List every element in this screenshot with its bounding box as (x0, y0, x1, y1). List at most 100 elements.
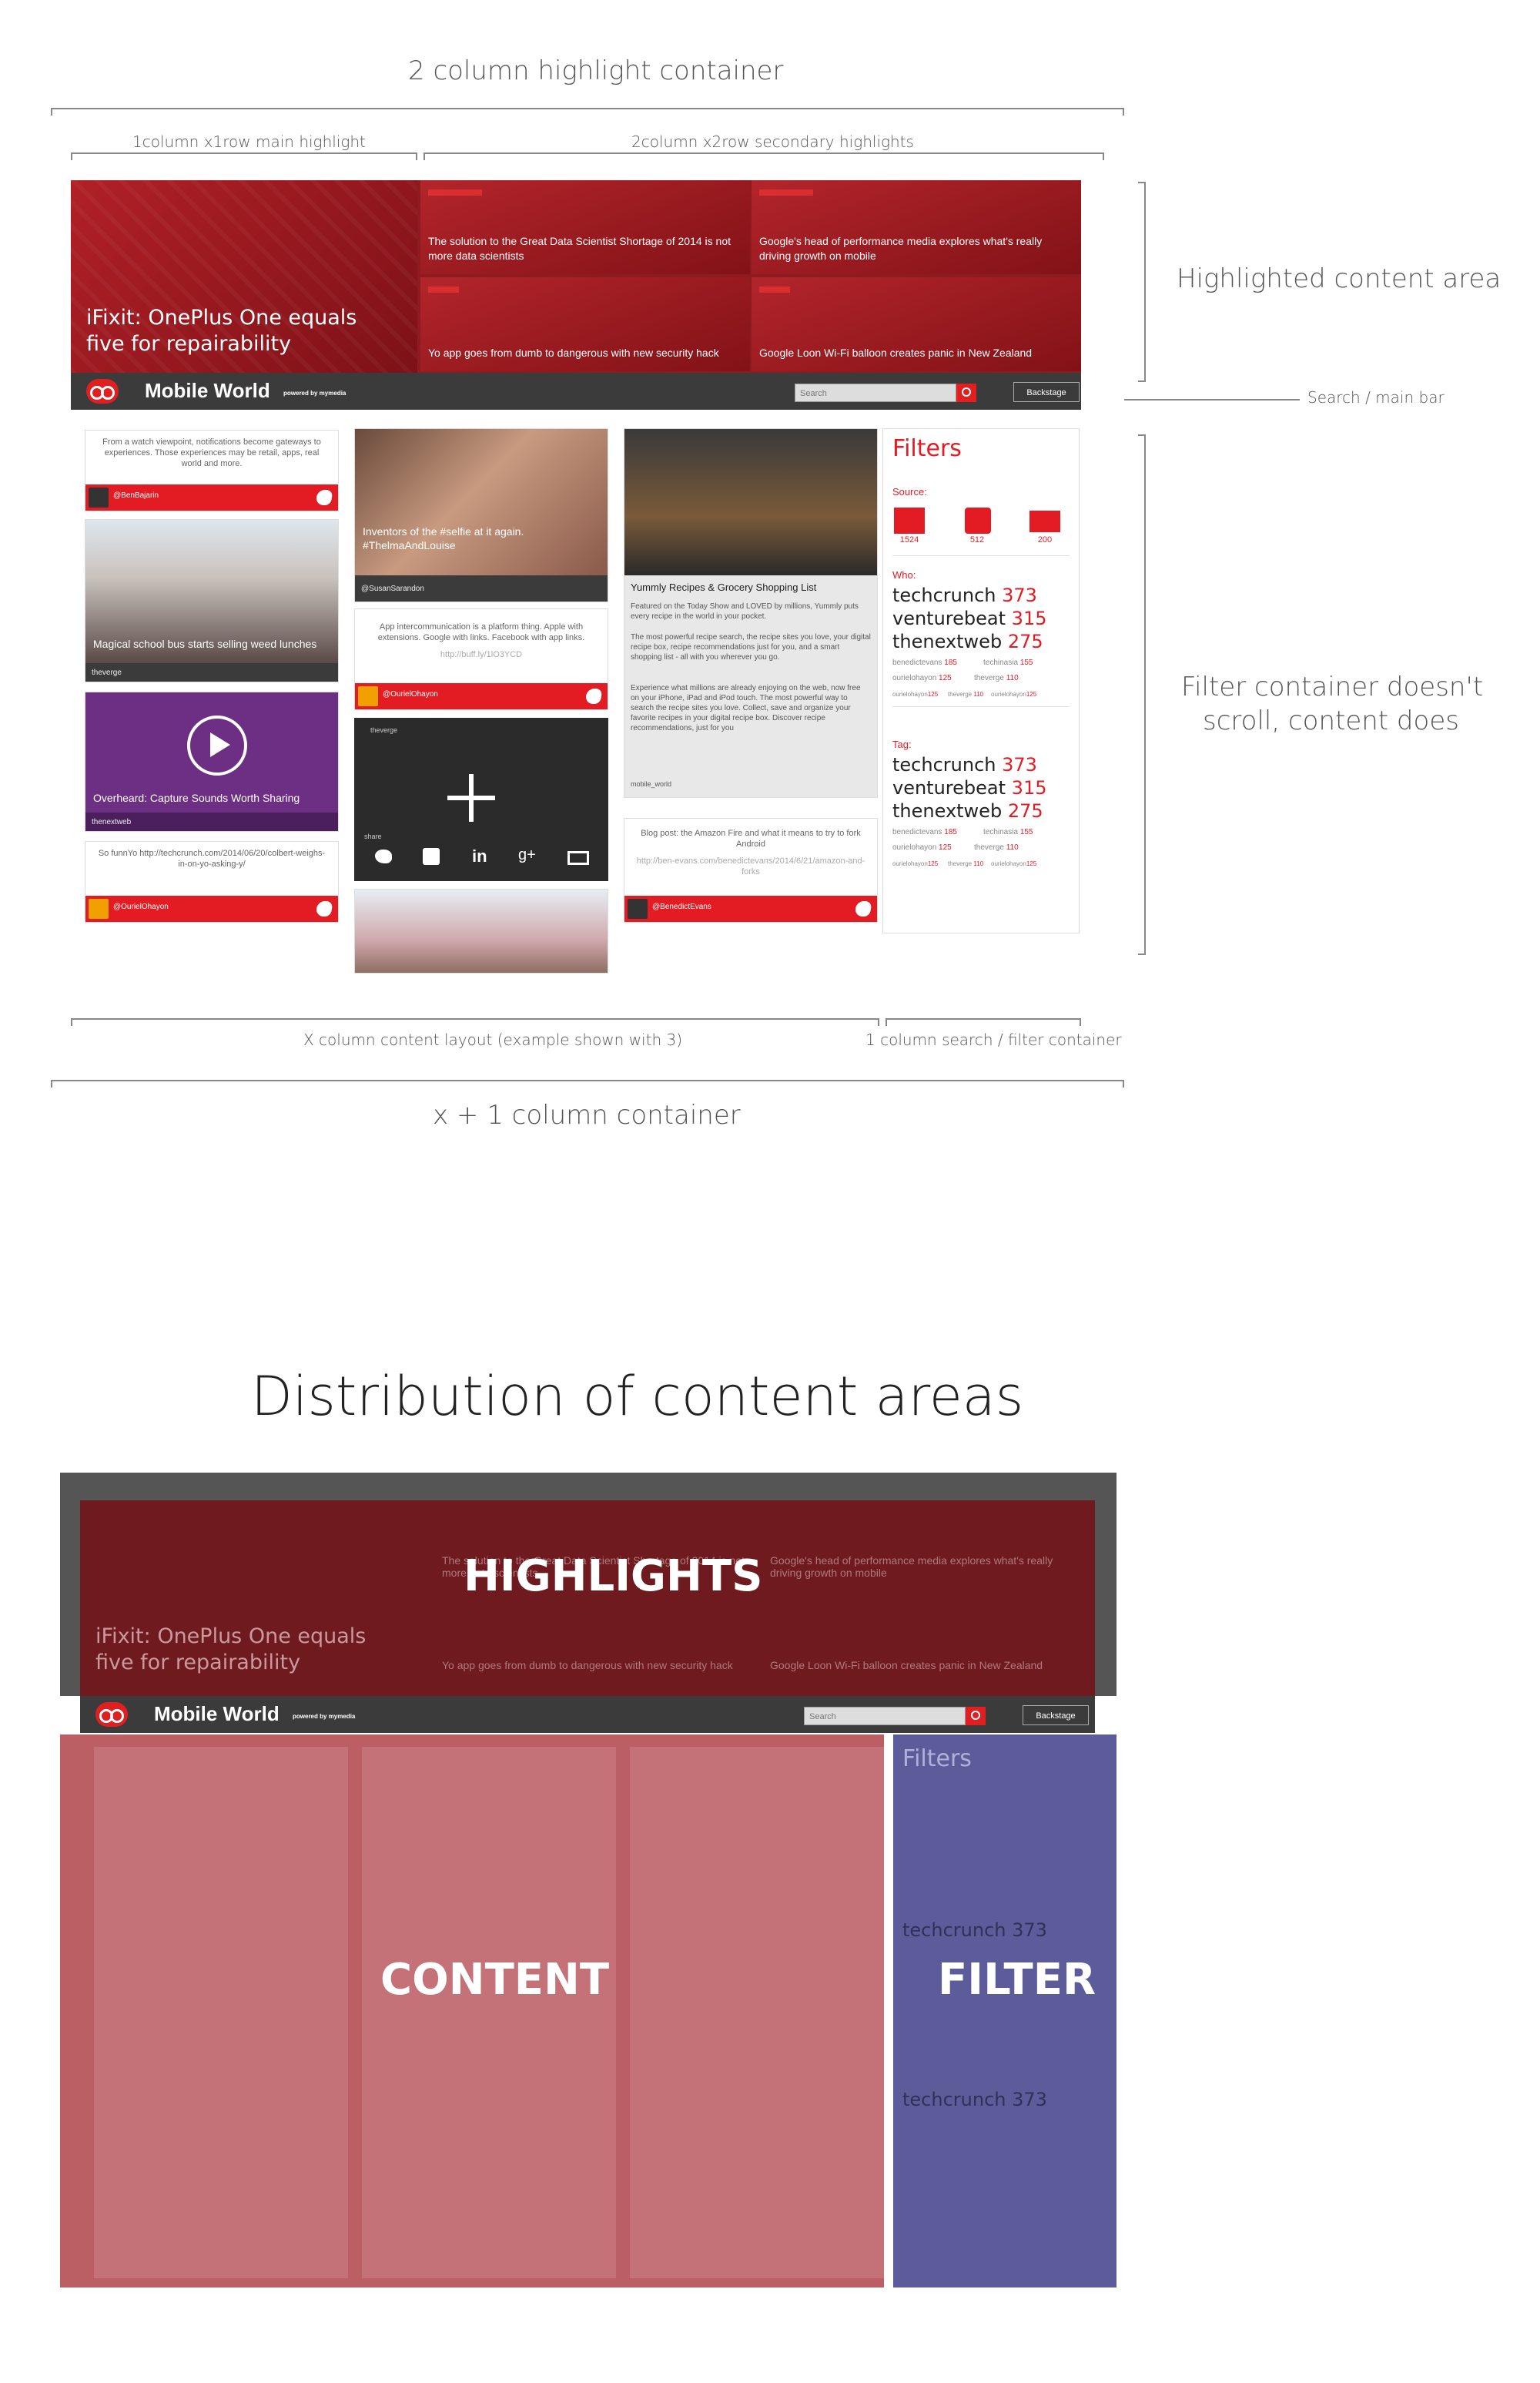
filter-item[interactable]: theverge 110 (974, 674, 1019, 682)
secondary-highlights-bracket (424, 152, 1104, 160)
filter-item[interactable]: theverge 110 (948, 691, 983, 698)
filter-item[interactable]: theverge 110 (948, 860, 983, 867)
filters-panel: Filters Source: 1524 512 200 Who: techcr… (882, 428, 1080, 933)
search-icon (966, 1707, 986, 1725)
filter-note-line1: Filter container doesn't (1181, 672, 1484, 702)
filter-zone: Filters techcrunch 373 techcrunch 373 FI… (893, 1734, 1116, 2287)
filter-item[interactable]: techinasia 155 (983, 828, 1033, 836)
app-card[interactable]: Yummly Recipes & Grocery Shopping List F… (624, 428, 878, 798)
photo-source[interactable]: theverge (85, 663, 338, 682)
brand-name: Mobile World (145, 379, 270, 402)
logo-icon (95, 1702, 128, 1727)
mail-icon[interactable] (567, 851, 589, 865)
filter-area-bracket (1137, 434, 1146, 955)
search-input[interactable]: Search (795, 384, 956, 402)
backstage-button[interactable]: Backstage (1013, 382, 1080, 402)
main-highlight-bracket (71, 152, 417, 160)
secondary-highlight[interactable]: Google's head of performance media explo… (752, 180, 1081, 274)
dist-powered-by: powered by mymedia (293, 1713, 356, 1720)
twitter-icon (315, 490, 333, 505)
two-col-bracket (51, 108, 1124, 116)
highlights-zone: iFixit: OnePlus One equals five for repa… (60, 1473, 1116, 1696)
secondary-highlight[interactable]: Yo app goes from dumb to dangerous with … (420, 277, 750, 371)
tweet-card[interactable]: Blog post: the Amazon Fire and what it m… (624, 818, 878, 923)
tweet-card[interactable]: From a watch viewpoint, notifications be… (85, 430, 339, 511)
app-screenshots (624, 429, 877, 575)
photo (355, 890, 608, 973)
video-source[interactable]: thenextweb (85, 813, 338, 831)
play-icon[interactable] (187, 716, 247, 776)
dist-filter-item: techcrunch 373 (902, 2089, 1047, 2110)
photo-card[interactable]: Inventors of the #selfie at it again. #T… (354, 428, 608, 602)
secondary-highlight-title: Google's head of performance media explo… (759, 235, 1043, 262)
filter-item[interactable]: techcrunch 373 (892, 585, 1037, 606)
filter-item[interactable]: theverge 110 (974, 843, 1019, 852)
tweet-user[interactable]: @OurielOhayon (113, 903, 169, 911)
avatar (628, 899, 648, 919)
filter-item[interactable]: venturebeat 315 (892, 777, 1046, 799)
filter-item[interactable]: ourielohayon125 (991, 860, 1036, 867)
tweet-link[interactable]: http://ben-evans.com/benedictevans/2014/… (624, 856, 877, 883)
filter-item[interactable]: ourielohayon125 (892, 691, 938, 698)
video-card[interactable]: Overheard: Capture Sounds Worth Sharing … (85, 692, 339, 832)
dist-brand-name: Mobile World (154, 1702, 280, 1725)
filter-item[interactable]: thenextweb 275 (892, 631, 1043, 652)
photo-card[interactable] (354, 889, 608, 974)
twitter-icon[interactable] (375, 850, 392, 863)
app-source[interactable]: mobile_world (631, 780, 671, 788)
dist-backstage-button: Backstage (1023, 1705, 1089, 1725)
twitter-icon[interactable] (894, 508, 925, 534)
main-bar: Mobile World powered by mymedia Search B… (71, 373, 1081, 410)
share-source[interactable]: theverge (370, 726, 397, 734)
video-title: Overheard: Capture Sounds Worth Sharing (93, 792, 300, 804)
who-label: Who: (892, 569, 916, 581)
highlights-zone-label: HIGHLIGHTS (464, 1551, 763, 1601)
facebook-icon[interactable] (423, 848, 440, 865)
mail-icon[interactable] (1029, 511, 1060, 532)
filter-item[interactable]: benedictevans 185 (892, 828, 957, 836)
twitter-icon (584, 689, 603, 704)
search-icon[interactable] (956, 384, 976, 402)
tweet-card[interactable]: App intercommunication is a platform thi… (354, 608, 608, 710)
share-label: share (364, 833, 382, 840)
filter-item[interactable]: ourielohayon 125 (892, 843, 952, 852)
filter-item[interactable]: benedictevans 185 (892, 659, 957, 667)
filter-item[interactable]: thenextweb 275 (892, 800, 1043, 822)
filter-item[interactable]: ourielohayon125 (892, 860, 938, 867)
facebook-icon[interactable] (965, 508, 991, 534)
tweet-user[interactable]: @BenedictEvans (652, 903, 711, 911)
filter-item[interactable]: venturebeat 315 (892, 608, 1046, 629)
photo-source[interactable]: @SusanSarandon (355, 575, 608, 602)
filter-item[interactable]: ourielohayon125 (991, 691, 1036, 698)
highlighted-area-label: Highlighted content area (1177, 263, 1502, 294)
photo-card[interactable]: Magical school bus starts selling weed l… (85, 519, 339, 682)
tweet-text: From a watch viewpoint, notifications be… (102, 437, 321, 468)
tweet-user[interactable]: @BenBajarin (113, 491, 159, 500)
content-zone-label: CONTENT (380, 1955, 610, 2005)
tweet-user[interactable]: @OurielOhayon (383, 690, 438, 699)
powered-by: powered by mymedia (283, 390, 346, 397)
filter-item[interactable]: ourielohayon 125 (892, 674, 952, 682)
app-title: Yummly Recipes & Grocery Shopping List (631, 582, 817, 593)
secondary-highlight-title: Google Loon Wi-Fi balloon creates panic … (759, 347, 1033, 359)
filter-item[interactable]: techinasia 155 (983, 659, 1033, 667)
tweet-card[interactable]: So funnYo http://techcrunch.com/2014/06/… (85, 841, 339, 923)
secondary-highlight[interactable]: Google Loon Wi-Fi balloon creates panic … (752, 277, 1081, 371)
secondary-highlight-title: The solution to the Great Data Scientist… (428, 235, 732, 262)
secondary-highlight[interactable]: The solution to the Great Data Scientist… (420, 180, 750, 274)
dist-secondary-highlight: Google Loon Wi-Fi balloon creates panic … (770, 1659, 1043, 1671)
google-plus-icon[interactable]: g+ (518, 846, 536, 864)
avatar (89, 899, 109, 919)
photo-title: Magical school bus starts selling weed l… (93, 638, 317, 650)
filter-item[interactable]: techcrunch 373 (892, 754, 1037, 776)
tweet-link[interactable]: http://buff.ly/1lO3YCD (355, 649, 608, 666)
main-highlight[interactable]: iFixit: OnePlus One equals five for repa… (71, 180, 417, 373)
dist-filters-title: Filters (902, 1745, 972, 1772)
dist-secondary-highlight: Google's head of performance media explo… (770, 1554, 1053, 1579)
filters-title: Filters (892, 435, 962, 462)
main-highlight-label: 1column x1row main highlight (132, 132, 366, 151)
logo-icon[interactable] (86, 379, 119, 404)
linkedin-icon[interactable]: in (472, 846, 487, 866)
dist-search-input: Search (804, 1707, 966, 1725)
dist-main-highlight: iFixit: OnePlus One equals five for repa… (95, 1624, 367, 1674)
